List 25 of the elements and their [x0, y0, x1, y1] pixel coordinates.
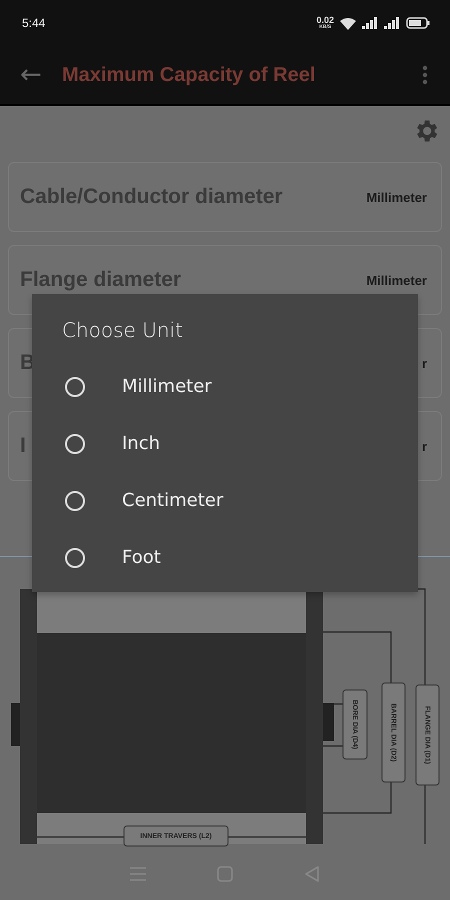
more-options-icon[interactable]	[422, 65, 428, 85]
wifi-icon	[340, 16, 356, 30]
dialog-title: Choose Unit	[62, 318, 184, 342]
back-button[interactable]: ←	[20, 60, 54, 90]
menu-icon[interactable]	[130, 866, 146, 880]
signal-icon	[362, 17, 378, 29]
status-time: 5:44	[22, 16, 46, 30]
unit-selector[interactable]: Millimeter	[366, 272, 427, 288]
unit-option[interactable]: Inch	[62, 415, 418, 472]
unit-selector[interactable]: r	[422, 438, 427, 454]
unit-option[interactable]: Foot	[62, 529, 418, 586]
radio-button[interactable]	[65, 376, 85, 396]
battery-icon	[406, 17, 430, 29]
signal-icon	[384, 17, 400, 29]
unit-selector[interactable]: Millimeter	[366, 190, 427, 204]
screen-title: Maximum Capacity of Reel	[62, 64, 316, 86]
unit-option[interactable]: Centimeter	[62, 472, 418, 529]
network-speed: 0.02	[316, 16, 334, 25]
home-square-icon[interactable]	[216, 866, 233, 882]
radio-button[interactable]	[65, 434, 85, 454]
radio-button[interactable]	[65, 490, 85, 510]
unit-option[interactable]: Millimeter	[62, 358, 418, 415]
radio-button[interactable]	[65, 548, 85, 568]
back-triangle-icon[interactable]	[304, 866, 320, 882]
unit-selector[interactable]: r	[422, 356, 427, 370]
